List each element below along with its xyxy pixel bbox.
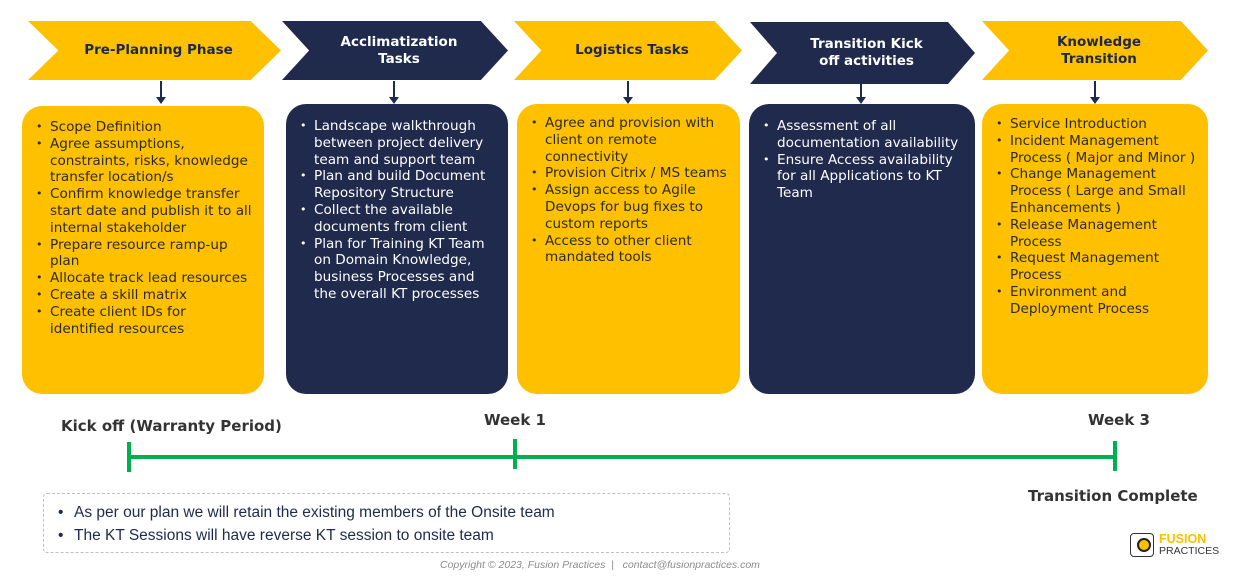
task-item: Assign access to Agile Devops for bug fi… [531,182,730,232]
phase-title: Transition Kick off activities [810,36,923,69]
phase-box-transition-kickoff: Assessment of all documentation availabi… [749,104,975,394]
phase-title: Acclimatization Tasks [340,33,458,67]
task-list: Landscape walkthrough between project de… [300,118,498,303]
timeline-tick-week1 [513,439,517,469]
task-item: Create client IDs for identified resourc… [36,304,254,338]
timeline-tick-start [127,442,131,472]
task-item: Confirm knowledge transfer start date an… [36,186,254,236]
logo-text: FUSION PRACTICES [1159,533,1219,557]
task-item: Incident Management Process ( Major and … [996,133,1198,167]
phase-box-knowledge-transition: Service Introduction Incident Management… [982,104,1208,394]
phase-header-transition-kickoff: Transition Kick off activities [750,22,975,84]
task-item: Release Management Process [996,217,1198,251]
task-item: Landscape walkthrough between project de… [300,118,498,168]
task-item: Assessment of all documentation availabi… [763,118,965,152]
phase-box-pre-planning: Scope Definition Agree assumptions, cons… [22,106,264,394]
phase-header-pre-planning: Pre-Planning Phase [28,21,281,80]
down-arrow-icon [156,81,166,104]
task-item: Agree and provision with client on remot… [531,115,730,165]
down-arrow-icon [623,81,633,104]
task-item: Change Management Process ( Large and Sm… [996,166,1198,216]
task-list: Scope Definition Agree assumptions, cons… [36,119,254,337]
task-item: Allocate track lead resources [36,270,254,287]
task-item: Scope Definition [36,119,254,136]
task-item: Service Introduction [996,116,1198,133]
down-arrow-icon [1090,81,1100,104]
timeline-line [129,455,1116,459]
task-list: Agree and provision with client on remot… [531,115,730,266]
task-item: Environment and Deployment Process [996,284,1198,318]
phase-header-knowledge-transition: Knowledge Transition [982,21,1208,80]
notes-box: As per our plan we will retain the exist… [43,493,730,553]
down-arrow-icon [389,81,399,104]
task-item: Access to other client mandated tools [531,233,730,267]
task-item: Provision Citrix / MS teams [531,165,730,182]
phase-box-acclimatization: Landscape walkthrough between project de… [286,104,508,394]
phase-header-logistics: Logistics Tasks [514,21,742,80]
phase-title: Pre-Planning Phase [84,42,233,58]
timeline-tick-week3 [1113,441,1117,471]
task-item: Request Management Process [996,250,1198,284]
down-arrow-icon [856,84,866,104]
task-item: Ensure Access availability for all Appli… [763,152,965,202]
logo-line2: PRACTICES [1159,545,1220,557]
phase-title: Logistics Tasks [575,42,689,58]
task-item: Agree assumptions, constraints, risks, k… [36,136,254,186]
task-item: Plan and build Document Repository Struc… [300,168,498,202]
transition-complete-label: Transition Complete [1028,487,1198,505]
phase-header-acclimatization: Acclimatization Tasks [282,21,508,80]
task-item: Collect the available documents from cli… [300,202,498,236]
footer-copyright: Copyright © 2023, Fusion Practices | con… [440,559,760,571]
fusion-practices-logo: FUSION PRACTICES [1130,533,1219,557]
timeline-week3-label: Week 3 [1088,411,1150,429]
phase-box-logistics: Agree and provision with client on remot… [517,104,740,394]
phase-title: Knowledge Transition [1056,33,1142,67]
task-item: Create a skill matrix [36,287,254,304]
task-item: Prepare resource ramp-up plan [36,237,254,271]
logo-line1: FUSION [1159,532,1207,546]
note-item: The KT Sessions will have reverse KT ses… [58,524,729,547]
timeline-week1-label: Week 1 [484,411,546,429]
timeline-start-label: Kick off (Warranty Period) [61,417,282,435]
task-list: Service Introduction Incident Management… [996,116,1198,318]
note-item: As per our plan we will retain the exist… [58,501,729,524]
fusion-logo-icon [1130,533,1154,557]
notes-list: As per our plan we will retain the exist… [58,501,729,547]
task-item: Plan for Training KT Team on Domain Know… [300,236,498,303]
task-list: Assessment of all documentation availabi… [763,118,965,202]
